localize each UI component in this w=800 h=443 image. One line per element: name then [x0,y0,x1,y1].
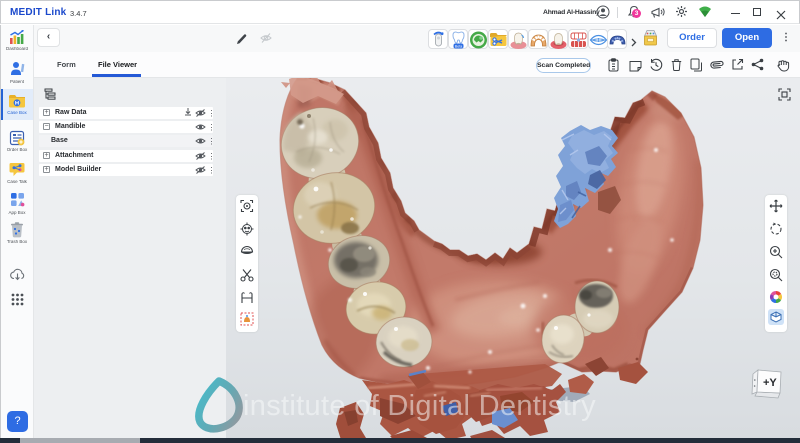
svg-text:+Y: +Y [763,377,777,389]
svg-text:Beta: Beta [455,44,462,48]
